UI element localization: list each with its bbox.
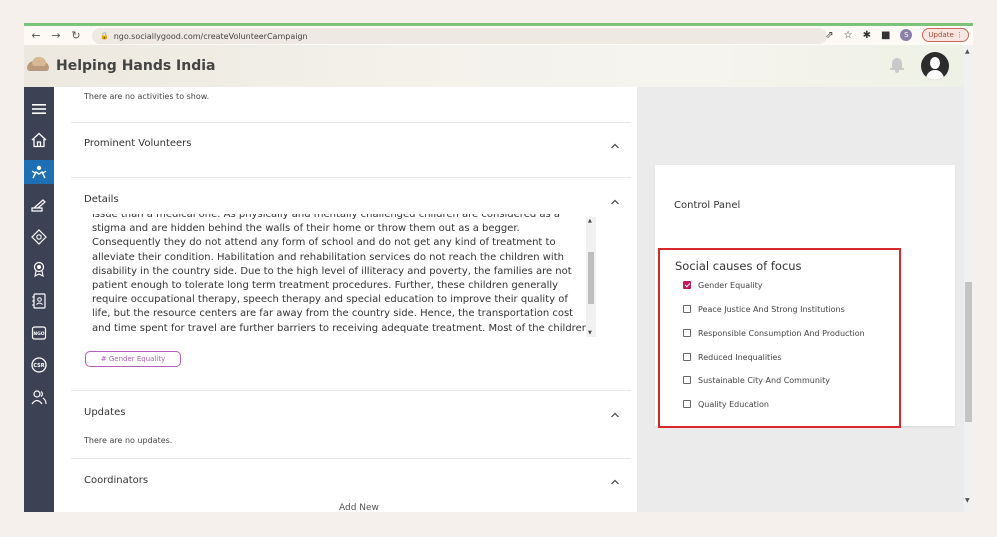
page-scrollbar[interactable]: ▲ ▼ <box>964 45 973 512</box>
address-bar[interactable]: 🔒 ngo.sociallygood.com/createVolunteerCa… <box>92 28 827 44</box>
control-panel-title: Control Panel <box>674 200 741 211</box>
coordinators-title: Coordinators <box>84 475 149 486</box>
cause-sustainable-city[interactable]: Sustainable City And Community <box>683 374 830 386</box>
checkbox[interactable] <box>683 329 691 337</box>
details-line: alleviate their condition. Habilitation … <box>92 251 564 263</box>
scroll-down-icon[interactable]: ▼ <box>588 330 592 336</box>
details-text: issue than a medical one. As physically … <box>92 214 592 336</box>
social-causes-box: Social causes of focus Gender Equality P… <box>658 248 901 428</box>
checkbox-checked[interactable] <box>683 281 691 289</box>
screen: ← → ↻ 🔒 ngo.sociallygood.com/createVolun… <box>0 0 997 537</box>
checkbox[interactable] <box>683 305 691 313</box>
browser-actions: ⇗ ☆ ✱ ■ S Update ⋮ <box>825 28 969 42</box>
browser-toolbar: ← → ↻ 🔒 ngo.sociallygood.com/createVolun… <box>24 23 973 45</box>
cause-reduced-inequalities[interactable]: Reduced Inequalities <box>683 351 782 363</box>
csr-icon[interactable]: CSR <box>24 353 54 377</box>
home-icon[interactable] <box>24 128 54 152</box>
award-icon[interactable] <box>24 257 54 281</box>
chevron-up-icon[interactable] <box>610 471 620 485</box>
donation-icon[interactable] <box>24 225 54 249</box>
app-header: Helping Hands India <box>24 45 964 87</box>
divider <box>71 390 631 391</box>
divider <box>71 177 631 178</box>
details-line: stigma and are hidden behind the walls o… <box>92 223 520 235</box>
cause-quality-education[interactable]: Quality Education <box>683 398 769 410</box>
control-panel: Control Panel Social causes of focus Gen… <box>655 165 955 428</box>
gender-equality-tag[interactable]: # Gender Equality <box>85 351 181 367</box>
cause-responsible-consumption[interactable]: Responsible Consumption And Production <box>683 327 865 339</box>
share-icon[interactable]: ⇗ <box>825 30 833 41</box>
details-line: and time spent for travel are further ba… <box>92 322 589 334</box>
sidebar: NGO CSR <box>24 87 54 512</box>
details-line: Consequently they do not attend any form… <box>92 237 556 249</box>
scroll-thumb[interactable] <box>965 282 972 422</box>
brand-name: Helping Hands India <box>56 58 216 74</box>
lock-icon: 🔒 <box>100 32 109 40</box>
details-title: Details <box>84 194 119 205</box>
updates-empty-text: There are no updates. <box>84 436 173 445</box>
update-label: Update <box>928 31 954 39</box>
checkbox[interactable] <box>683 376 691 384</box>
profile-avatar[interactable]: S <box>900 29 913 41</box>
svg-text:CSR: CSR <box>33 363 44 369</box>
chevron-up-icon[interactable] <box>610 135 620 149</box>
cause-label: Quality Education <box>698 399 769 409</box>
checkbox[interactable] <box>683 400 691 408</box>
details-line: life, but the resource centers are far a… <box>92 308 574 320</box>
activities-empty-text: There are no activities to show. <box>84 92 210 101</box>
chevron-up-icon[interactable] <box>610 404 620 418</box>
sidepanel-icon[interactable]: ■ <box>881 30 890 41</box>
chevron-up-icon[interactable] <box>610 191 620 205</box>
contacts-icon[interactable] <box>24 289 54 313</box>
cause-label: Sustainable City And Community <box>698 375 831 385</box>
checkbox[interactable] <box>683 353 691 361</box>
details-line: require occupational therapy, speech the… <box>92 294 568 306</box>
menu-icon[interactable] <box>24 97 54 121</box>
scroll-thumb[interactable] <box>588 252 594 304</box>
logo-icon <box>27 57 51 75</box>
updates-title: Updates <box>84 407 126 418</box>
divider <box>71 458 631 459</box>
details-line: issue than a medical one. As physically … <box>92 214 561 220</box>
cause-label: Reduced Inequalities <box>698 352 782 362</box>
scroll-up-icon[interactable]: ▲ <box>588 218 592 224</box>
notification-bell-icon[interactable] <box>890 57 904 73</box>
cause-peace-justice[interactable]: Peace Justice And Strong Institutions <box>683 303 845 315</box>
back-icon[interactable]: ← <box>28 28 44 44</box>
cause-label: Gender Equality <box>698 280 763 290</box>
cause-label: Peace Justice And Strong Institutions <box>698 304 845 314</box>
bookmark-star-icon[interactable]: ☆ <box>844 30 853 41</box>
volunteer-icon[interactable] <box>24 160 54 184</box>
cause-label: Responsible Consumption And Production <box>698 328 865 338</box>
campaign-icon[interactable] <box>24 193 54 217</box>
people-icon[interactable] <box>24 385 54 409</box>
extensions-icon[interactable]: ✱ <box>863 30 871 41</box>
scroll-down-icon[interactable]: ▼ <box>965 497 970 504</box>
details-line: disability in the country side. Due to t… <box>92 265 572 277</box>
forward-icon[interactable]: → <box>48 28 64 44</box>
prominent-volunteers-title: Prominent Volunteers <box>84 138 192 149</box>
url-text: ngo.sociallygood.com/createVolunteerCamp… <box>113 31 308 41</box>
details-textarea[interactable]: issue than a medical one. As physically … <box>84 214 599 341</box>
reload-icon[interactable]: ↻ <box>68 28 84 44</box>
details-line: patient enough to tolerate long term tre… <box>92 280 559 292</box>
svg-text:NGO: NGO <box>33 331 44 337</box>
main-content: There are no activities to show. Promine… <box>54 87 637 512</box>
update-button[interactable]: Update ⋮ <box>922 28 969 42</box>
cause-gender-equality[interactable]: Gender Equality <box>683 279 762 291</box>
scroll-up-icon[interactable]: ▲ <box>965 48 970 55</box>
ngo-icon[interactable]: NGO <box>24 321 54 345</box>
add-new-button[interactable]: Add New <box>339 503 379 512</box>
right-panel-area: Control Panel Social causes of focus Gen… <box>637 87 964 512</box>
social-causes-title: Social causes of focus <box>675 259 802 273</box>
user-avatar[interactable] <box>921 52 949 80</box>
divider <box>71 122 631 123</box>
details-scrollbar[interactable]: ▲ ▼ <box>586 217 596 337</box>
